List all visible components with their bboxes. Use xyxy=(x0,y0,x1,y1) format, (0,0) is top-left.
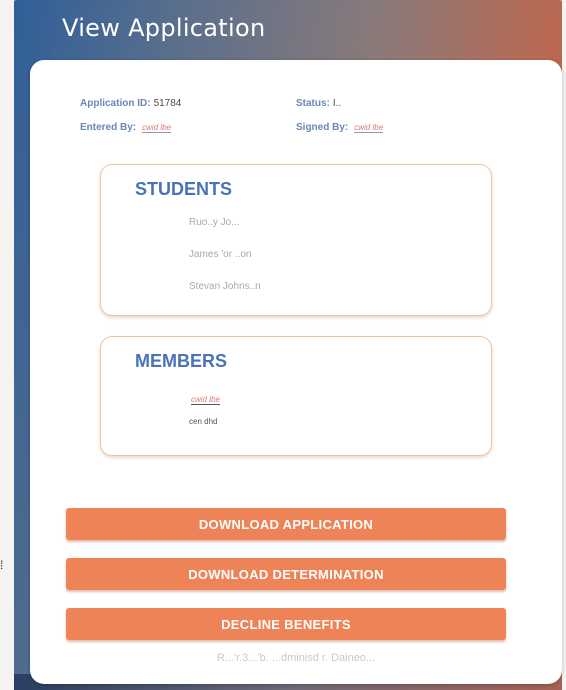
application-id-label: Application ID: xyxy=(80,98,151,109)
status-label: Status: xyxy=(296,98,330,109)
signed-by-label: Signed By: xyxy=(296,122,349,133)
students-panel: STUDENTS Ruo..y Jo... James 'or ..on Ste… xyxy=(100,164,492,316)
student-item[interactable]: Ruo..y Jo... xyxy=(189,217,240,228)
download-application-button[interactable]: DOWNLOAD APPLICATION xyxy=(66,508,506,540)
application-id-value: 51784 xyxy=(153,98,182,109)
status-field: Status: I.. xyxy=(296,98,341,109)
download-determination-button[interactable]: DOWNLOAD DETERMINATION xyxy=(66,558,506,590)
member-item[interactable]: cwid lbe xyxy=(191,395,220,405)
signed-by-signature: cwid lbe xyxy=(354,123,384,133)
members-panel: MEMBERS cwid lbe cen dhd xyxy=(100,336,492,456)
students-heading: STUDENTS xyxy=(135,179,233,199)
signed-by-field: Signed By: cwid lbe xyxy=(296,122,384,133)
decline-benefits-button[interactable]: DECLINE BENEFITS xyxy=(66,608,506,640)
status-value: I.. xyxy=(332,98,342,109)
footer-link[interactable]: R...'r.3...'b. ...dminisd r. Daineo... xyxy=(30,652,562,664)
entered-by-field: Entered By: cwid lbe xyxy=(80,122,172,133)
entered-by-label: Entered By: xyxy=(80,122,137,133)
members-heading: MEMBERS xyxy=(135,351,228,371)
application-id-field: Application ID: 51784 xyxy=(80,98,181,109)
scroll-marker: ⁞ xyxy=(0,558,4,572)
page-title: View Application xyxy=(62,14,266,42)
member-item[interactable]: cen dhd xyxy=(189,417,217,426)
student-item[interactable]: Stevan Johns..n xyxy=(189,281,261,292)
entered-by-signature: cwid lbe xyxy=(142,123,172,133)
application-card: Application ID: 51784 Status: I.. Entered … xyxy=(30,60,562,684)
student-item[interactable]: James 'or ..on xyxy=(189,249,252,260)
